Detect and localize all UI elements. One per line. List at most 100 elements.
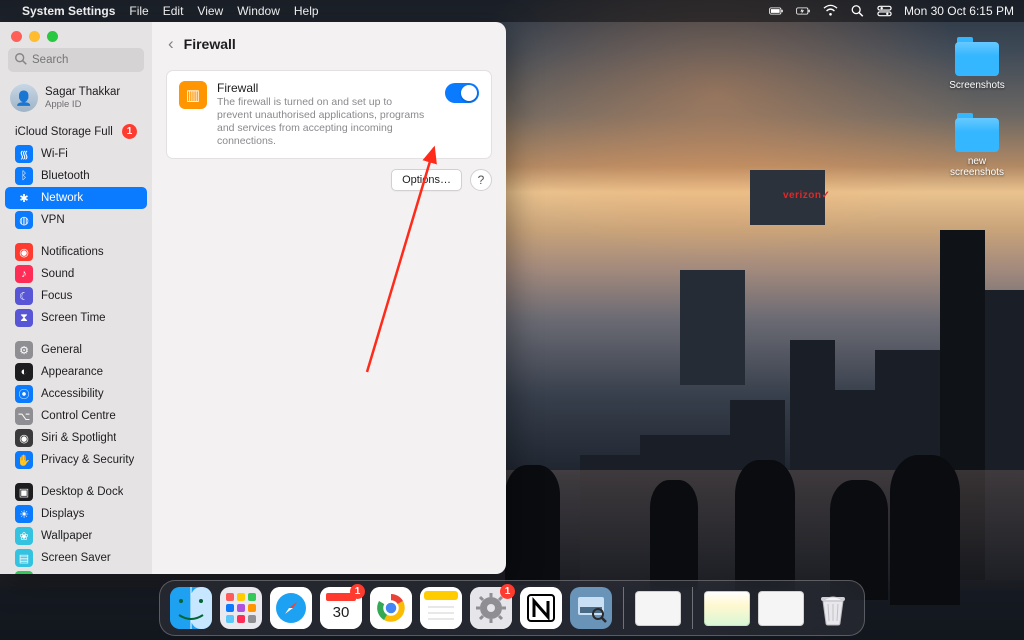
sidebar-item-screensaver[interactable]: ▤Screen Saver <box>5 547 147 569</box>
content-titlebar: ‹ Firewall <box>152 22 506 66</box>
sidebar-item-label: Network <box>41 192 83 204</box>
sidebar-item-label: Notifications <box>41 246 104 258</box>
dock-app-launchpad[interactable] <box>220 587 262 629</box>
sidebar-item-wifi[interactable]: ᯾Wi-Fi <box>5 143 147 165</box>
sidebar-item-network[interactable]: ✱ Network <box>5 187 147 209</box>
svg-text:30: 30 <box>333 604 350 621</box>
dock-recent-window[interactable] <box>758 591 804 626</box>
sidebar-item-focus[interactable]: ☾ Focus <box>5 285 147 307</box>
sidebar-item-label: Siri & Spotlight <box>41 432 116 444</box>
firewall-card: ▥ Firewall The firewall is turned on and… <box>166 70 492 159</box>
firewall-icon: ▥ <box>179 81 207 109</box>
menubar-window[interactable]: Window <box>237 4 280 18</box>
sidebar-item-controlcentre[interactable]: ⌥ Control Centre <box>5 405 147 427</box>
sidebar-item-label: Desktop & Dock <box>41 486 123 498</box>
sidebar-item-general[interactable]: ⚙General <box>5 339 147 361</box>
controlcentre-icon: ⌥ <box>15 407 33 425</box>
sidebar-item-siri[interactable]: ◉Siri & Spotlight <box>5 427 147 449</box>
sidebar-item-label: Accessibility <box>41 388 104 400</box>
desktop-folder-new-screenshots[interactable]: new screenshots <box>942 118 1012 178</box>
badge: 1 <box>500 584 515 599</box>
badge: 1 <box>122 124 137 139</box>
sidebar-item-label: Displays <box>41 508 84 520</box>
displays-icon: ☀ <box>15 505 33 523</box>
dock-app-notion[interactable] <box>520 587 562 629</box>
wifi-icon[interactable] <box>823 4 838 18</box>
sidebar-item-bluetooth[interactable]: ᛒBluetooth <box>5 165 147 187</box>
menubar-app-name[interactable]: System Settings <box>22 4 115 18</box>
firewall-toggle[interactable] <box>445 83 479 103</box>
sidebar-item-privacy[interactable]: ✋ Privacy & Security <box>5 449 147 471</box>
general-icon: ⚙ <box>15 341 33 359</box>
settings-content: ‹ Firewall ▥ Firewall The firewall is tu… <box>152 22 506 574</box>
search-input[interactable] <box>8 48 144 72</box>
sidebar-item-label: Bluetooth <box>41 170 90 182</box>
dock-separator <box>692 587 693 629</box>
dock-trash[interactable] <box>812 587 854 629</box>
sidebar-item-desktopdock[interactable]: ▣ Desktop & Dock <box>5 481 147 503</box>
battery1-icon[interactable] <box>769 4 784 18</box>
zoom-icon[interactable] <box>47 31 58 42</box>
wallpaper-icon: ❀ <box>15 527 33 545</box>
settings-sidebar: 👤 Sagar Thakkar Apple ID iCloud Storage … <box>0 22 152 574</box>
folder-icon <box>955 42 999 76</box>
user-name: Sagar Thakkar <box>45 86 120 99</box>
sidebar-item-label: Privacy & Security <box>41 454 134 466</box>
sidebar-item-label: Sound <box>41 268 74 280</box>
sidebar-item-label: Wallpaper <box>41 530 92 542</box>
wallpaper-sign-verizon: verizon✓ <box>783 190 830 201</box>
sidebar-item-accessibility[interactable]: ⦿Accessibility <box>5 383 147 405</box>
focus-icon: ☾ <box>15 287 33 305</box>
network-icon: ✱ <box>15 189 33 207</box>
privacy-icon: ✋ <box>15 451 33 469</box>
sidebar-item-vpn[interactable]: ◍VPN <box>5 209 147 231</box>
sidebar-icloud-storage-full[interactable]: iCloud Storage Full 1 <box>5 120 147 143</box>
dock-app-notes[interactable] <box>420 587 462 629</box>
battery2-icon[interactable] <box>796 4 811 18</box>
dock-app-calendar[interactable]: 30 1 <box>320 587 362 629</box>
sidebar-item-notifications[interactable]: ◉Notifications <box>5 241 147 263</box>
dock-recent-window[interactable] <box>704 591 750 626</box>
page-title: Firewall <box>184 36 236 52</box>
menubar-file[interactable]: File <box>129 4 148 18</box>
folder-icon <box>955 118 999 152</box>
wifi-icon: ᯾ <box>15 145 33 163</box>
sidebar-item-appearance[interactable]: ◐Appearance <box>5 361 147 383</box>
menubar-view[interactable]: View <box>197 4 223 18</box>
back-button[interactable]: ‹ <box>168 34 174 54</box>
sidebar-user[interactable]: 👤 Sagar Thakkar Apple ID <box>0 80 152 120</box>
menubar-edit[interactable]: Edit <box>163 4 184 18</box>
sidebar-item-label: Screen Time <box>41 312 106 324</box>
card-title: Firewall <box>217 81 427 95</box>
spotlight-icon[interactable] <box>850 4 865 18</box>
help-button-label: ? <box>478 173 485 187</box>
close-icon[interactable] <box>11 31 22 42</box>
desktopdock-icon: ▣ <box>15 483 33 501</box>
menubar-datetime[interactable]: Mon 30 Oct 6:15 PM <box>904 4 1014 18</box>
control-centre-icon[interactable] <box>877 4 892 18</box>
sidebar-item-wallpaper[interactable]: ❀ Wallpaper <box>5 525 147 547</box>
options-button[interactable]: Options… <box>391 169 462 191</box>
sidebar-item-label: Control Centre <box>41 410 116 422</box>
dock-app-chrome[interactable] <box>370 587 412 629</box>
sidebar-item-label: Screen Saver <box>41 552 111 564</box>
card-description: The firewall is turned on and set up to … <box>217 96 427 148</box>
window-controls <box>0 22 152 48</box>
dock-app-system-settings[interactable]: 1 <box>470 587 512 629</box>
minimize-icon[interactable] <box>29 31 40 42</box>
screentime-icon: ⧗ <box>15 309 33 327</box>
desktop-folder-screenshots[interactable]: Screenshots <box>942 42 1012 91</box>
sidebar-item-displays[interactable]: ☀ Displays <box>5 503 147 525</box>
sidebar-item-screentime[interactable]: ⧗ Screen Time <box>5 307 147 329</box>
sidebar-item-label: Focus <box>41 290 72 302</box>
dock-minimized-window[interactable] <box>635 591 681 626</box>
dock-app-finder[interactable] <box>170 587 212 629</box>
dock-app-preview[interactable] <box>570 587 612 629</box>
help-button[interactable]: ? <box>470 169 492 191</box>
options-button-label: Options… <box>402 174 451 186</box>
menubar-help[interactable]: Help <box>294 4 319 18</box>
sidebar-item-label: VPN <box>41 214 65 226</box>
sidebar-item-battery[interactable]: ▮Battery <box>5 569 147 574</box>
sidebar-item-sound[interactable]: ♪Sound <box>5 263 147 285</box>
dock-app-safari[interactable] <box>270 587 312 629</box>
